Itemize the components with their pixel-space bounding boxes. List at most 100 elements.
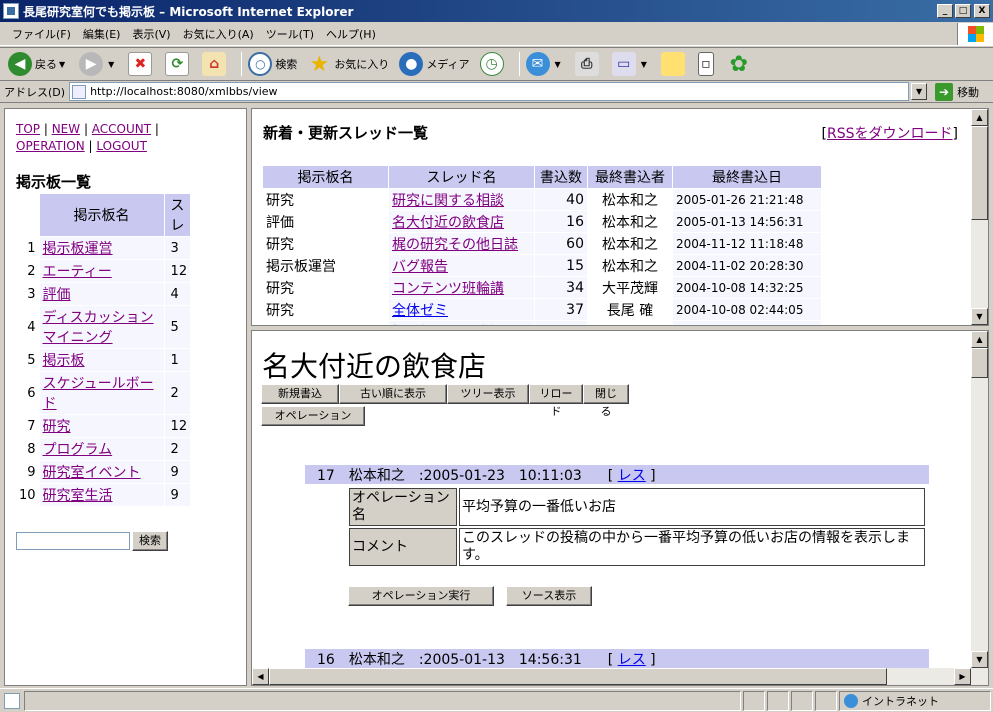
favorites-button[interactable]: ★ お気に入り (305, 50, 391, 78)
board-thread-count: 5 (164, 306, 191, 348)
thread-link[interactable]: 掲示板からの告知 (392, 325, 504, 326)
view-source-button[interactable]: ソース表示 (506, 586, 592, 606)
board-link[interactable]: プログラム (43, 442, 113, 458)
link-new[interactable]: NEW (52, 122, 80, 136)
scroll-thumb[interactable] (971, 348, 988, 378)
mail-dropdown-icon[interactable]: ▼ (555, 60, 561, 69)
thread-last-date: 2004-10-08 14:32:25 (673, 277, 821, 298)
search-button[interactable]: 検索 (132, 531, 168, 551)
board-link[interactable]: 掲示板 (43, 353, 85, 369)
tree-view-button[interactable]: ツリー表示 (447, 384, 529, 404)
menu-edit[interactable]: 編集(E) (77, 24, 127, 44)
menu-favorites[interactable]: お気に入り(A) (177, 24, 260, 44)
close-thread-button[interactable]: 閉じる (583, 384, 629, 418)
scroll-down-icon[interactable]: ▼ (971, 308, 988, 325)
scroll-thumb[interactable] (971, 126, 988, 220)
search-toolbar-button[interactable]: ○ 検索 (246, 50, 299, 78)
home-button[interactable]: ⌂ (200, 50, 231, 78)
board-link[interactable]: 掲示板運営 (43, 241, 113, 257)
minimize-button[interactable]: _ (937, 4, 953, 18)
scroll-down-icon[interactable]: ▼ (971, 651, 988, 668)
top-frame-scrollbar[interactable]: ▲ ▼ (971, 109, 988, 325)
board-link[interactable]: 研究室イベント (43, 465, 141, 481)
icq-button[interactable]: ✿ (725, 50, 756, 78)
discuss-button[interactable] (659, 50, 690, 78)
close-button[interactable]: X (974, 4, 990, 18)
refresh-button[interactable]: ⟳ (163, 50, 194, 78)
address-input[interactable]: http://localhost:8080/xmlbbs/view (69, 82, 910, 101)
thread-link[interactable]: 梶の研究その他日誌 (392, 237, 518, 253)
menu-file[interactable]: ファイル(F) (6, 24, 77, 44)
op-comment-label: コメント (349, 528, 457, 566)
reply-link[interactable]: レス (618, 652, 646, 668)
bottom-frame-scrollbar[interactable]: ▲ ▼ (971, 331, 988, 668)
back-button[interactable]: ◀ 戻る ▼ (6, 50, 71, 78)
board-name-cell: エーティー (39, 260, 164, 282)
reply-link[interactable]: レス (618, 468, 646, 484)
history-button[interactable]: ◷ (478, 50, 509, 78)
oldest-first-button[interactable]: 古い順に表示 (339, 384, 447, 404)
print-button[interactable]: ⎙ (573, 50, 604, 78)
thread-link[interactable]: バグ報告 (392, 259, 448, 275)
board-name-header: 掲示板名 (39, 194, 164, 236)
post-header: 16 松本和之 :2005-01-13 14:56:31 [ レス ] (305, 649, 929, 668)
menu-view[interactable]: 表示(V) (126, 24, 176, 44)
link-top[interactable]: TOP (16, 122, 40, 136)
new-post-button[interactable]: 新規書込 (261, 384, 339, 404)
stop-button[interactable]: ✖ (126, 50, 157, 78)
maximize-button[interactable]: □ (955, 4, 971, 18)
thread-post-count: 60 (535, 233, 587, 254)
forward-dropdown-icon[interactable]: ▼ (108, 60, 114, 69)
go-arrow-icon: ➔ (935, 82, 954, 101)
status-cell (815, 690, 837, 711)
board-row: 7 研究 12 (16, 415, 191, 437)
board-link[interactable]: 研究室生活 (43, 488, 113, 504)
scroll-left-icon[interactable]: ◀ (252, 668, 269, 685)
media-button[interactable]: ● メディア (397, 50, 471, 78)
media-globe-icon: ● (399, 52, 424, 76)
board-link[interactable]: 研究 (43, 419, 71, 435)
messenger-device-button[interactable]: ▫ (696, 50, 719, 78)
go-button[interactable]: ➔ 移動 (935, 82, 979, 101)
scroll-up-icon[interactable]: ▲ (971, 331, 988, 348)
board-link[interactable]: ディスカッションマイニング (43, 310, 154, 346)
scroll-right-icon[interactable]: ▶ (954, 668, 971, 685)
thread-last-date: 2004-10-07 18:16:57 (673, 321, 821, 325)
board-number: 9 (27, 464, 36, 480)
thread-link[interactable]: 名大付近の飲食店 (392, 215, 504, 231)
hscroll-thumb[interactable] (269, 668, 887, 685)
board-link[interactable]: スケジュールボード (43, 376, 154, 412)
thread-link[interactable]: コンテンツ班輪講 (392, 281, 504, 297)
col-thread: スレッド名 (389, 166, 534, 188)
scroll-up-icon[interactable]: ▲ (971, 109, 988, 126)
menu-tools[interactable]: ツール(T) (260, 24, 320, 44)
link-operation[interactable]: OPERATION (16, 139, 85, 153)
board-number: 3 (27, 286, 36, 302)
link-logout[interactable]: LOGOUT (96, 139, 147, 153)
mail-button[interactable]: ✉ ▼ (524, 50, 567, 78)
thread-last-author: 松本和之 (602, 258, 658, 275)
thread-link[interactable]: 全体ゼミ (392, 303, 448, 319)
edit-dropdown-icon[interactable]: ▼ (641, 60, 647, 69)
thread-board: 掲示板運営 (263, 321, 388, 326)
thread-row: 研究 研究に関する相談 40 松本和之 2005-01-26 21:21:48 (263, 189, 821, 210)
run-operation-button[interactable]: オペレーション実行 (348, 586, 494, 606)
rss-link[interactable]: RSSをダウンロード (827, 126, 953, 142)
board-link[interactable]: 評価 (43, 287, 71, 303)
board-name-cell: 掲示板 (39, 349, 164, 371)
menu-help[interactable]: ヘルプ(H) (320, 24, 382, 44)
back-dropdown-icon[interactable]: ▼ (59, 60, 65, 69)
search-input[interactable] (16, 532, 130, 550)
address-dropdown-icon[interactable]: ▼ (911, 83, 928, 100)
thread-link[interactable]: 研究に関する相談 (392, 193, 504, 209)
bottom-frame-hscrollbar[interactable]: ◀ ▶ (252, 668, 988, 685)
operation-button[interactable]: オペレーション (261, 406, 365, 426)
board-thread-count: 9 (164, 461, 191, 483)
board-link[interactable]: エーティー (43, 264, 112, 280)
edit-button[interactable]: ▭ ▼ (610, 50, 653, 78)
forward-button[interactable]: ▶ ▼ (77, 50, 120, 78)
reload-button[interactable]: リロード (529, 384, 583, 418)
zone-label: イントラネット (862, 694, 939, 708)
board-name-cell: プログラム (39, 438, 164, 460)
link-account[interactable]: ACCOUNT (92, 122, 151, 136)
